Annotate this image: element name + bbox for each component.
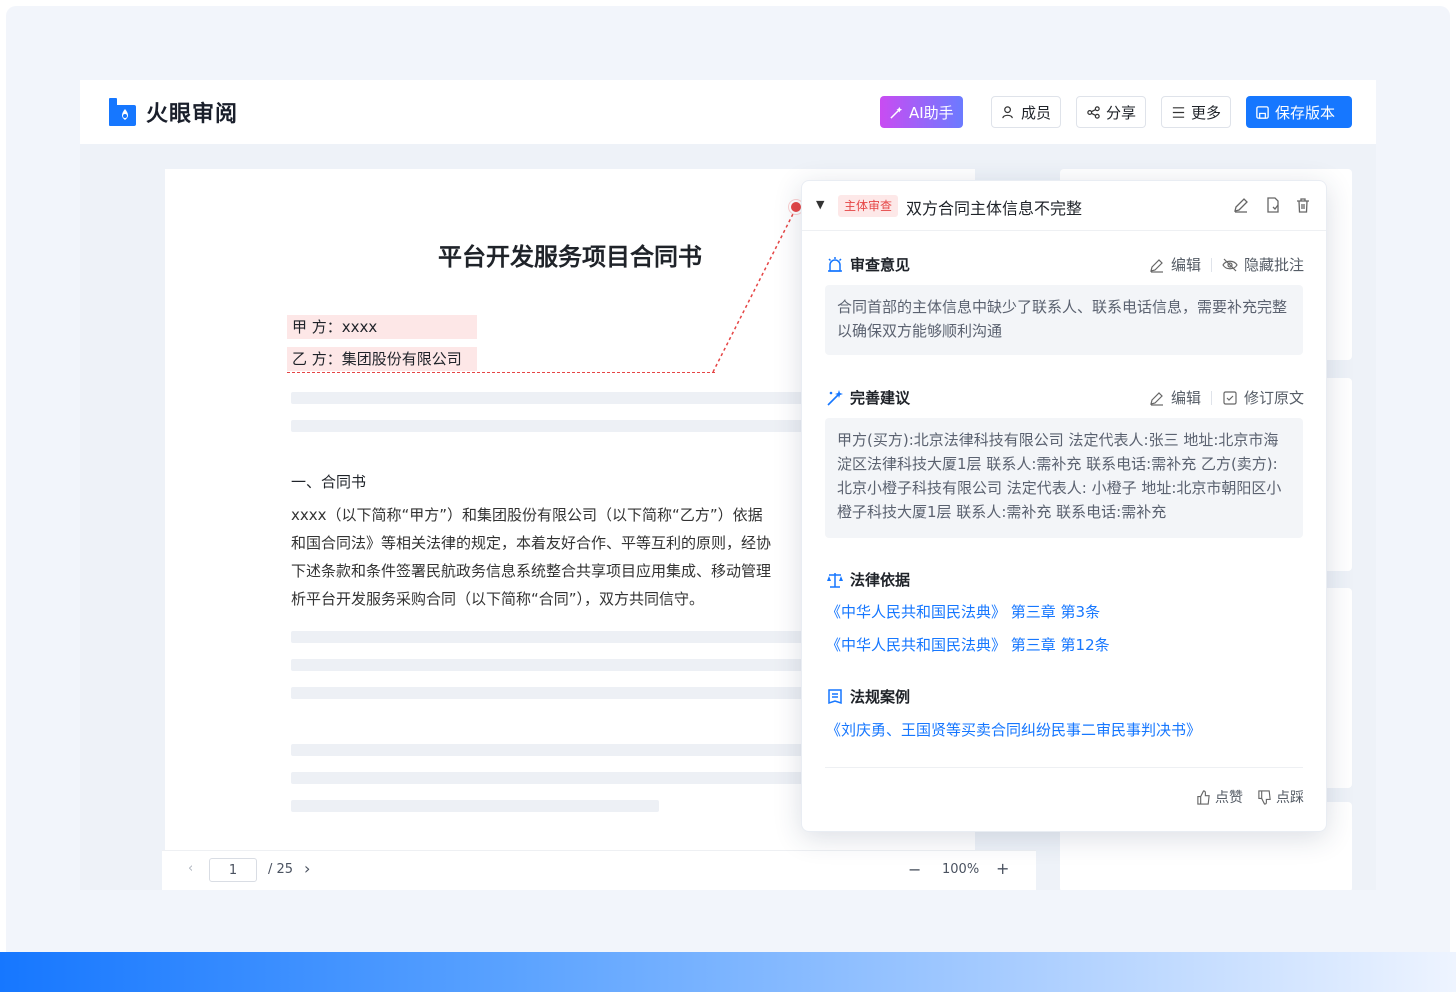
checkbox-icon bbox=[1223, 390, 1237, 405]
thumbs-up-icon bbox=[1197, 789, 1210, 805]
paragraph-line: 下述条款和条件签署民航政务信息系统整合共享项目应用集成、移动管理 bbox=[291, 562, 772, 580]
opinion-actions: 编辑 隐藏批注 bbox=[1149, 254, 1304, 275]
opinion-text: 合同首部的主体信息中缺少了联系人、联系电话信息，需要补充完整以确保双方能够顺利沟… bbox=[825, 285, 1303, 355]
delete-icon[interactable] bbox=[1294, 196, 1312, 214]
collapse-caret-icon[interactable]: ▼ bbox=[816, 198, 824, 211]
alarm-icon bbox=[828, 256, 842, 272]
divider bbox=[825, 767, 1303, 768]
case-link[interactable]: 《刘庆勇、王国贤等买卖合同纠纷民事二审民事判决书》 bbox=[826, 719, 1201, 740]
review-panel: ▼ 主体审查 双方合同主体信息不完整 审查意见 编辑 隐藏批注 合同首部的主体信… bbox=[801, 180, 1327, 832]
share-label: 分享 bbox=[1106, 103, 1137, 122]
suggestion-label: 完善建议 bbox=[850, 389, 911, 407]
opinion-section-label: 审查意见 bbox=[826, 254, 910, 275]
save-version-button[interactable]: 保存版本 bbox=[1246, 96, 1352, 128]
edit-icon[interactable] bbox=[1232, 196, 1250, 214]
suggestion-edit-button[interactable]: 编辑 bbox=[1171, 387, 1201, 408]
like-label: 点赞 bbox=[1215, 790, 1243, 806]
placeholder-line bbox=[291, 420, 803, 432]
party-b-highlight[interactable]: 乙 方：集团股份有限公司 bbox=[287, 347, 477, 371]
placeholder-line bbox=[291, 392, 803, 404]
divider bbox=[1210, 257, 1212, 272]
next-page-icon[interactable]: › bbox=[304, 859, 310, 878]
members-button[interactable]: 成员 bbox=[991, 96, 1062, 128]
scales-icon bbox=[827, 572, 843, 588]
more-button[interactable]: 更多 bbox=[1161, 96, 1232, 128]
app-name: 火眼审阅 bbox=[146, 102, 239, 127]
page-toolbar: ‹ 1 / 25 › − 100% + bbox=[162, 850, 1036, 890]
legal-basis-link[interactable]: 《中华人民共和国民法典》 第三章 第3条 bbox=[826, 601, 1100, 622]
copy-document-icon[interactable] bbox=[1264, 196, 1282, 214]
suggestion-text: 甲方(买方):北京法律科技有限公司 法定代表人:张三 地址:北京市海淀区法律科技… bbox=[825, 418, 1303, 538]
pencil-icon bbox=[1150, 391, 1163, 406]
placeholder-line bbox=[291, 800, 659, 812]
share-button[interactable]: 分享 bbox=[1076, 96, 1147, 128]
thumbs-down-icon bbox=[1258, 789, 1271, 805]
highlight-underline bbox=[287, 372, 715, 373]
document-icon bbox=[828, 688, 842, 704]
placeholder-line bbox=[291, 631, 803, 643]
review-type-tag: 主体审查 bbox=[838, 195, 899, 217]
placeholder-line bbox=[291, 659, 803, 671]
opinion-label: 审查意见 bbox=[850, 256, 911, 274]
zoom-level: 100% bbox=[942, 862, 980, 877]
dislike-label: 点踩 bbox=[1276, 790, 1304, 806]
placeholder-line bbox=[291, 687, 803, 699]
review-panel-header: ▼ 主体审查 双方合同主体信息不完整 bbox=[802, 181, 1326, 231]
more-label: 更多 bbox=[1191, 103, 1222, 122]
prev-page-icon[interactable]: ‹ bbox=[188, 861, 193, 876]
dislike-button[interactable]: 点踩 bbox=[1257, 787, 1304, 807]
legal-basis-label: 法律依据 bbox=[850, 571, 911, 589]
revise-original-button[interactable]: 修订原文 bbox=[1244, 387, 1304, 408]
placeholder-line bbox=[291, 744, 803, 756]
members-label: 成员 bbox=[1021, 103, 1052, 122]
party-a-highlight[interactable]: 甲 方：xxxx bbox=[287, 315, 477, 339]
ai-assistant-button[interactable]: AI助手 bbox=[880, 96, 963, 128]
paragraph-line: 析平台开发服务采购合同（以下简称“合同”），双方共同信守。 bbox=[291, 590, 705, 608]
document-paragraph: xxxx（以下简称“甲方”）和集团股份有限公司（以下简称“乙方”）依据 和国合同… bbox=[291, 501, 803, 613]
logo: 火眼审阅 bbox=[108, 96, 238, 128]
annotation-connector bbox=[712, 207, 797, 373]
feedback-actions: 点赞 点踩 bbox=[1196, 787, 1304, 807]
share-icon bbox=[1087, 105, 1100, 119]
page-total: / 25 bbox=[268, 862, 294, 877]
zoom-in-icon[interactable]: + bbox=[996, 859, 1009, 878]
divider bbox=[1210, 390, 1212, 405]
paragraph-line: 和国合同法》等相关法律的规定，本着友好合作、平等互利的原则，经协 bbox=[291, 534, 772, 552]
ai-assistant-label: AI助手 bbox=[909, 103, 954, 122]
hide-annotation-button[interactable]: 隐藏批注 bbox=[1244, 254, 1304, 275]
logo-icon bbox=[108, 96, 140, 128]
pencil-icon bbox=[1150, 258, 1163, 273]
zoom-out-icon[interactable]: − bbox=[908, 860, 921, 879]
save-icon bbox=[1256, 105, 1269, 119]
eye-off-icon bbox=[1222, 258, 1238, 271]
top-header: 火眼审阅 AI助手 成员 分享 更多 保存版本 bbox=[80, 80, 1376, 144]
magic-wand-icon bbox=[890, 106, 903, 119]
cases-section-label: 法规案例 bbox=[826, 686, 910, 707]
review-title: 双方合同主体信息不完整 bbox=[906, 199, 1083, 218]
magic-wand-icon bbox=[827, 389, 843, 406]
suggestion-actions: 编辑 修订原文 bbox=[1149, 387, 1304, 408]
opinion-edit-button[interactable]: 编辑 bbox=[1171, 254, 1201, 275]
placeholder-line bbox=[291, 772, 803, 784]
legal-basis-link[interactable]: 《中华人民共和国民法典》 第三章 第12条 bbox=[826, 634, 1110, 655]
save-version-label: 保存版本 bbox=[1275, 103, 1336, 122]
menu-icon bbox=[1172, 106, 1185, 118]
page-number-input[interactable]: 1 bbox=[209, 858, 257, 882]
bottom-gradient-bar bbox=[0, 952, 1456, 992]
legal-basis-section-label: 法律依据 bbox=[826, 569, 910, 590]
suggestion-section-label: 完善建议 bbox=[826, 387, 910, 408]
paragraph-line: xxxx（以下简称“甲方”）和集团股份有限公司（以下简称“乙方”）依据 bbox=[291, 506, 763, 524]
cases-label: 法规案例 bbox=[850, 688, 911, 706]
like-button[interactable]: 点赞 bbox=[1196, 787, 1243, 807]
user-icon bbox=[1002, 105, 1013, 118]
section-heading: 一、合同书 bbox=[291, 473, 367, 491]
